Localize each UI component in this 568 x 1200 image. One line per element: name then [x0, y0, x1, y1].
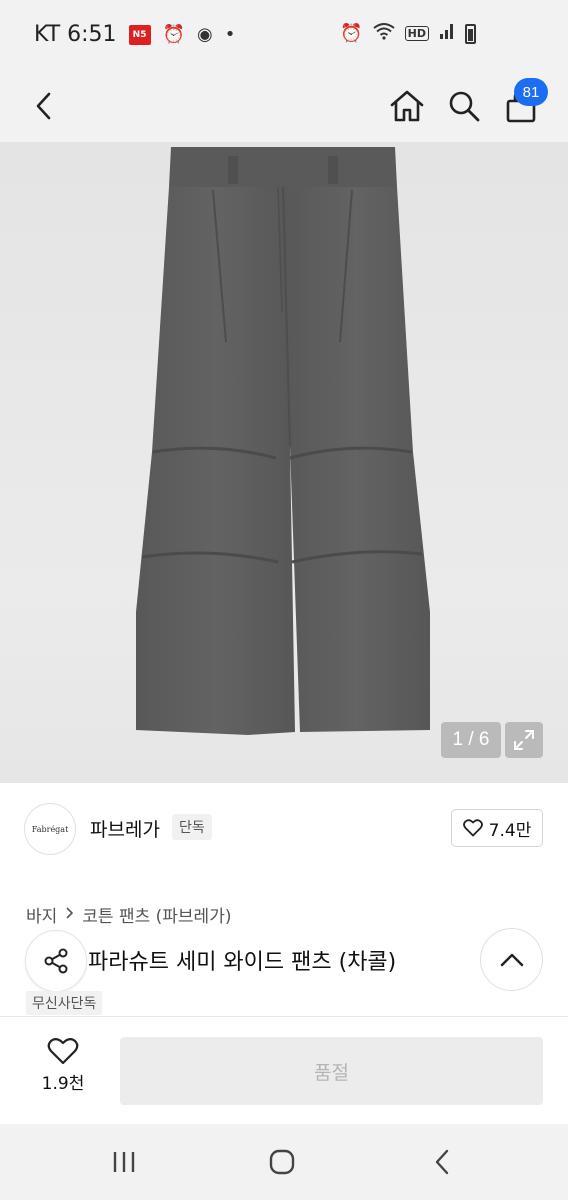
recent-apps-icon: [113, 1152, 135, 1172]
exclusive-tag: 무신사단독: [26, 991, 103, 1015]
wifi-icon: [373, 22, 395, 45]
system-home-button[interactable]: [252, 1142, 312, 1182]
expand-icon: [514, 730, 534, 750]
app-circle-icon: ◉: [196, 24, 213, 45]
product-title: 파라슈트 세미 와이드 팬츠 (차콜): [88, 950, 397, 975]
system-back-button[interactable]: [412, 1142, 472, 1182]
search-button[interactable]: [440, 82, 488, 130]
chevron-up-icon: [500, 953, 523, 966]
sold-out-button[interactable]: 품절: [120, 1037, 543, 1105]
home-icon: [390, 90, 424, 122]
wishlist-button[interactable]: 1.9천: [24, 1037, 102, 1107]
product-image-gallery[interactable]: 1 / 6: [0, 142, 568, 783]
alarm-icon: ⏰: [162, 24, 185, 45]
home-circle-icon: [269, 1149, 295, 1175]
hd-icon: HD: [404, 26, 429, 41]
alarm-clock-icon: ⏰: [340, 23, 363, 44]
app-header: [0, 70, 568, 142]
signal-icon: [439, 22, 455, 45]
share-icon: [44, 948, 68, 974]
bottom-action-bar: 1.9천 품절: [0, 1016, 568, 1124]
brand-exclusive-badge: 단독: [172, 814, 212, 840]
gallery-page-indicator: 1 / 6: [441, 722, 501, 758]
scroll-up-button[interactable]: [480, 928, 543, 991]
brand-row: Fabrégat 파브레가 단독 7.4만: [0, 783, 568, 873]
chevron-right-icon: [65, 905, 74, 925]
system-nav-bar: [0, 1124, 568, 1200]
search-icon: [449, 91, 480, 122]
heart-icon: [47, 1038, 79, 1065]
back-chevron-icon: [36, 92, 51, 120]
brand-name[interactable]: 파브레가: [90, 815, 160, 842]
cart-count-badge: 81: [514, 78, 548, 106]
brand-like-count: 7.4만: [488, 820, 532, 841]
back-arrow-icon: [435, 1149, 449, 1175]
breadcrumb: 바지 코튼 팬츠 (파브레가): [26, 902, 231, 927]
dot-icon: •: [224, 24, 236, 45]
carrier-time: KT 6:51: [34, 22, 117, 47]
back-button[interactable]: [20, 82, 68, 130]
wishlist-count: 1.9천: [41, 1074, 85, 1094]
breadcrumb-category[interactable]: 바지: [26, 902, 57, 927]
breadcrumb-subcategory[interactable]: 코튼 팬츠 (파브레가): [82, 902, 231, 927]
battery-icon: [465, 23, 476, 44]
brand-like-button[interactable]: 7.4만: [451, 809, 543, 847]
recent-apps-button[interactable]: [94, 1142, 154, 1182]
brand-logo[interactable]: Fabrégat: [24, 803, 76, 855]
product-image: [136, 147, 430, 735]
expand-image-button[interactable]: [505, 722, 543, 758]
news-badge-icon: N5: [128, 24, 151, 45]
heart-icon: [462, 819, 483, 837]
home-button[interactable]: [383, 82, 431, 130]
share-button[interactable]: [25, 930, 87, 992]
status-bar: KT 6:51 N5 ⏰ ◉ • ⏰ HD: [0, 0, 568, 70]
